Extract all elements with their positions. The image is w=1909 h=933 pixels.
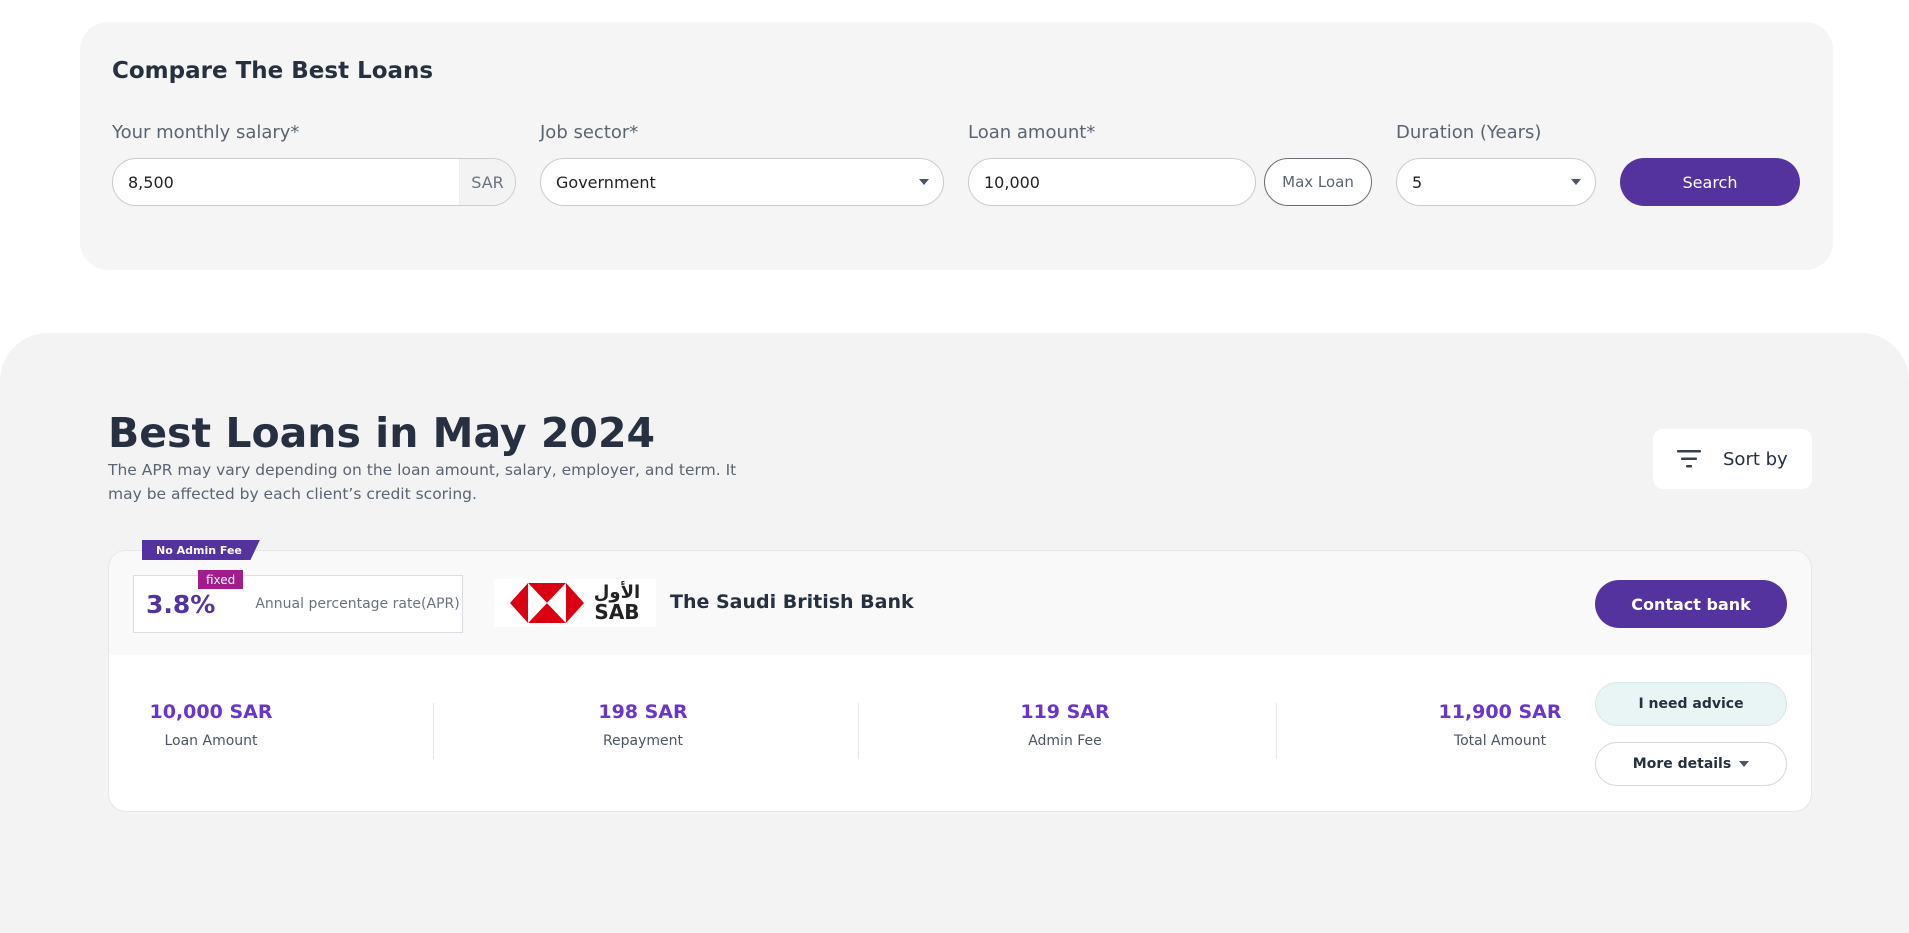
stat-divider xyxy=(858,703,859,759)
rate-type-badge: fixed xyxy=(198,570,244,589)
loan-amount-stat: 10,000 SAR Loan Amount xyxy=(149,701,273,749)
stat-label: Loan Amount xyxy=(164,733,258,749)
stat-divider xyxy=(433,703,434,759)
stat-label: Total Amount xyxy=(1453,733,1547,749)
duration-select[interactable]: 5 xyxy=(1396,158,1596,206)
results-section: Best Loans in May 2024 The APR may vary … xyxy=(0,333,1909,933)
more-details-label: More details xyxy=(1632,756,1732,772)
loan-amount-value: 10,000 xyxy=(984,172,1040,192)
panel-title: Compare The Best Loans xyxy=(112,58,434,84)
stat-divider xyxy=(1276,703,1277,759)
bank-logo: الأول SAB xyxy=(494,579,656,627)
duration-value: 5 xyxy=(1412,172,1423,192)
caret-down-icon xyxy=(919,179,929,185)
total-amount-stat: 11,900 SAR Total Amount xyxy=(1435,701,1565,749)
job-sector-select[interactable]: Government xyxy=(540,158,944,206)
salary-unit: SAR xyxy=(459,159,515,205)
caret-down-icon xyxy=(1739,761,1750,767)
bank-name: The Saudi British Bank xyxy=(670,591,914,613)
stat-value: 198 SAR xyxy=(598,701,688,723)
salary-value: 8,500 xyxy=(128,172,174,192)
sort-label: Sort by xyxy=(1723,448,1788,470)
repayment-stat: 198 SAR Repayment xyxy=(581,701,705,749)
sort-button[interactable]: Sort by xyxy=(1653,429,1812,489)
logo-english-text: SAB xyxy=(594,600,640,624)
job-sector-label: Job sector* xyxy=(540,122,639,143)
apr-box: 3.8% Annual percentage rate(APR) xyxy=(133,575,463,633)
stat-value: 10,000 SAR xyxy=(149,701,273,723)
stat-label: Repayment xyxy=(602,733,684,749)
apr-value: 3.8% xyxy=(146,589,216,619)
duration-label: Duration (Years) xyxy=(1396,122,1542,143)
max-loan-button[interactable]: Max Loan xyxy=(1264,158,1372,206)
results-title: Best Loans in May 2024 xyxy=(108,409,655,457)
salary-label: Your monthly salary* xyxy=(112,122,300,143)
more-details-button[interactable]: More details xyxy=(1595,742,1787,786)
loan-amount-input[interactable]: 10,000 xyxy=(968,158,1256,206)
no-admin-fee-ribbon: No Admin Fee xyxy=(142,540,260,560)
contact-bank-button[interactable]: Contact bank xyxy=(1595,580,1787,628)
logo-wordmark: الأول SAB xyxy=(594,584,640,624)
loan-search-panel: Compare The Best Loans Your monthly sala… xyxy=(80,22,1833,270)
stat-value: 11,900 SAR xyxy=(1438,701,1562,723)
admin-fee-stat: 119 SAR Admin Fee xyxy=(1003,701,1127,749)
loan-offer-card: No Admin Fee 3.8% Annual percentage rate… xyxy=(108,540,1812,812)
apr-label: Annual percentage rate(APR) xyxy=(255,596,460,612)
hexagon-logo-icon xyxy=(509,583,584,623)
caret-down-icon xyxy=(1571,179,1581,185)
loan-amount-label: Loan amount* xyxy=(968,122,1096,143)
results-description: The APR may vary depending on the loan a… xyxy=(108,461,737,503)
stat-value: 119 SAR xyxy=(1020,701,1110,723)
filter-icon xyxy=(1677,450,1701,468)
salary-input[interactable]: 8,500 SAR xyxy=(112,158,516,206)
stat-label: Admin Fee xyxy=(1028,733,1102,749)
search-button[interactable]: Search xyxy=(1620,158,1800,206)
advice-button[interactable]: I need advice xyxy=(1595,682,1787,726)
job-sector-value: Government xyxy=(556,172,656,192)
